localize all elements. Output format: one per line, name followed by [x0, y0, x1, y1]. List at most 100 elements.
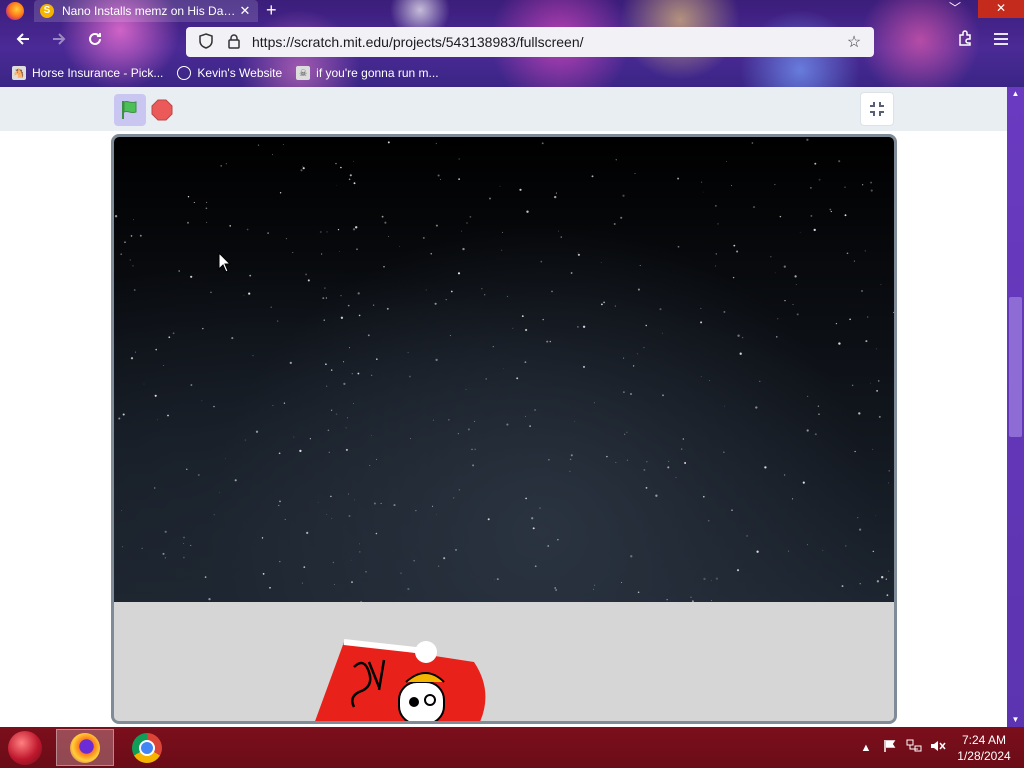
- star: [319, 231, 322, 233]
- star: [485, 378, 487, 380]
- star: [289, 361, 292, 365]
- star: [206, 221, 208, 223]
- hamburger-menu-icon[interactable]: [988, 29, 1014, 55]
- star: [802, 481, 805, 484]
- navigation-bar: https://scratch.mit.edu/projects/5431389…: [0, 24, 1024, 60]
- scroll-up-arrow-icon[interactable]: ▲: [1007, 87, 1024, 101]
- tab-scratch-project[interactable]: S Nano Installs memz on His Dad... ✕: [34, 0, 258, 22]
- star: [869, 382, 871, 384]
- star: [340, 295, 342, 297]
- star: [659, 308, 662, 311]
- star: [880, 284, 882, 286]
- green-flag-button[interactable]: [114, 94, 146, 126]
- show-hidden-icons-icon[interactable]: ▲: [854, 742, 878, 754]
- star: [292, 252, 294, 254]
- star: [560, 236, 562, 238]
- forward-button[interactable]: [46, 29, 72, 55]
- star: [872, 448, 874, 450]
- project-stage[interactable]: [111, 134, 897, 724]
- bookmark-horse-insurance[interactable]: 🐴 Horse Insurance - Pick...: [12, 66, 163, 80]
- star: [130, 235, 133, 237]
- star: [284, 518, 286, 520]
- firefox-menu-icon[interactable]: [6, 2, 24, 20]
- santa-hat-character-sprite[interactable]: [314, 622, 494, 724]
- list-all-tabs-icon[interactable]: ﹀: [932, 0, 978, 18]
- star: [330, 409, 333, 411]
- star: [317, 502, 319, 504]
- window-close-button[interactable]: ✕: [978, 0, 1024, 18]
- taskbar-clock[interactable]: 7:24 AM 1/28/2024: [950, 732, 1018, 764]
- start-button[interactable]: [8, 731, 42, 765]
- taskbar-firefox[interactable]: [56, 729, 114, 766]
- star: [299, 449, 302, 453]
- star: [325, 363, 327, 366]
- star: [732, 276, 735, 279]
- scrollbar-thumb[interactable]: [1009, 297, 1022, 437]
- bookmark-kevins-website[interactable]: Kevin's Website: [177, 66, 282, 80]
- star: [844, 214, 847, 217]
- star: [261, 537, 264, 539]
- star: [380, 502, 382, 504]
- star: [141, 547, 143, 549]
- star: [331, 517, 333, 519]
- star: [723, 310, 726, 313]
- star: [570, 272, 573, 274]
- star: [677, 177, 680, 180]
- scroll-down-arrow-icon[interactable]: ▼: [1007, 713, 1024, 727]
- star: [163, 364, 165, 367]
- star: [755, 406, 758, 409]
- star: [792, 303, 794, 306]
- star: [439, 178, 442, 180]
- address-bar[interactable]: https://scratch.mit.edu/projects/5431389…: [186, 27, 874, 57]
- star: [120, 253, 123, 256]
- star: [862, 184, 864, 186]
- star: [336, 185, 338, 186]
- star: [183, 536, 185, 539]
- network-icon[interactable]: [902, 739, 926, 756]
- lock-icon[interactable]: [224, 33, 244, 52]
- star: [548, 459, 550, 461]
- bookmark-if-youre-gonna-run[interactable]: ☠ if you're gonna run m...: [296, 66, 439, 80]
- star: [285, 238, 287, 240]
- star: [213, 405, 215, 408]
- star: [461, 230, 462, 232]
- star: [870, 181, 873, 184]
- star: [532, 527, 535, 530]
- star: [723, 451, 725, 453]
- star: [343, 382, 346, 386]
- star: [386, 307, 389, 310]
- star: [876, 389, 879, 392]
- volume-muted-icon[interactable]: [926, 739, 950, 756]
- star: [554, 195, 557, 199]
- star: [155, 348, 157, 351]
- firefox-icon: [70, 732, 100, 763]
- star: [124, 241, 126, 243]
- star: [838, 342, 841, 345]
- reload-button[interactable]: [82, 29, 108, 55]
- star: [272, 154, 273, 156]
- tracking-protection-shield-icon[interactable]: [196, 32, 216, 52]
- star: [529, 425, 531, 427]
- star: [592, 588, 594, 590]
- tab-close-icon[interactable]: ✕: [238, 3, 252, 19]
- stop-button[interactable]: [150, 98, 174, 122]
- star: [777, 318, 779, 320]
- horse-insurance-icon: 🐴: [12, 66, 26, 80]
- extensions-icon[interactable]: [952, 29, 978, 55]
- star: [435, 224, 438, 227]
- taskbar-chrome[interactable]: [118, 729, 176, 766]
- bookmark-star-icon[interactable]: ☆: [844, 32, 864, 52]
- star: [569, 458, 572, 461]
- star: [381, 215, 384, 218]
- star: [603, 301, 605, 304]
- flag-icon[interactable]: [878, 739, 902, 756]
- star: [492, 346, 494, 348]
- new-tab-button[interactable]: +: [266, 0, 277, 20]
- exit-fullscreen-button[interactable]: [860, 92, 894, 126]
- star: [453, 497, 455, 499]
- url-text[interactable]: https://scratch.mit.edu/projects/5431389…: [252, 34, 844, 50]
- star: [278, 504, 280, 507]
- star: [415, 510, 417, 512]
- back-button[interactable]: [10, 29, 36, 55]
- page-scrollbar[interactable]: ▲ ▼: [1007, 87, 1024, 727]
